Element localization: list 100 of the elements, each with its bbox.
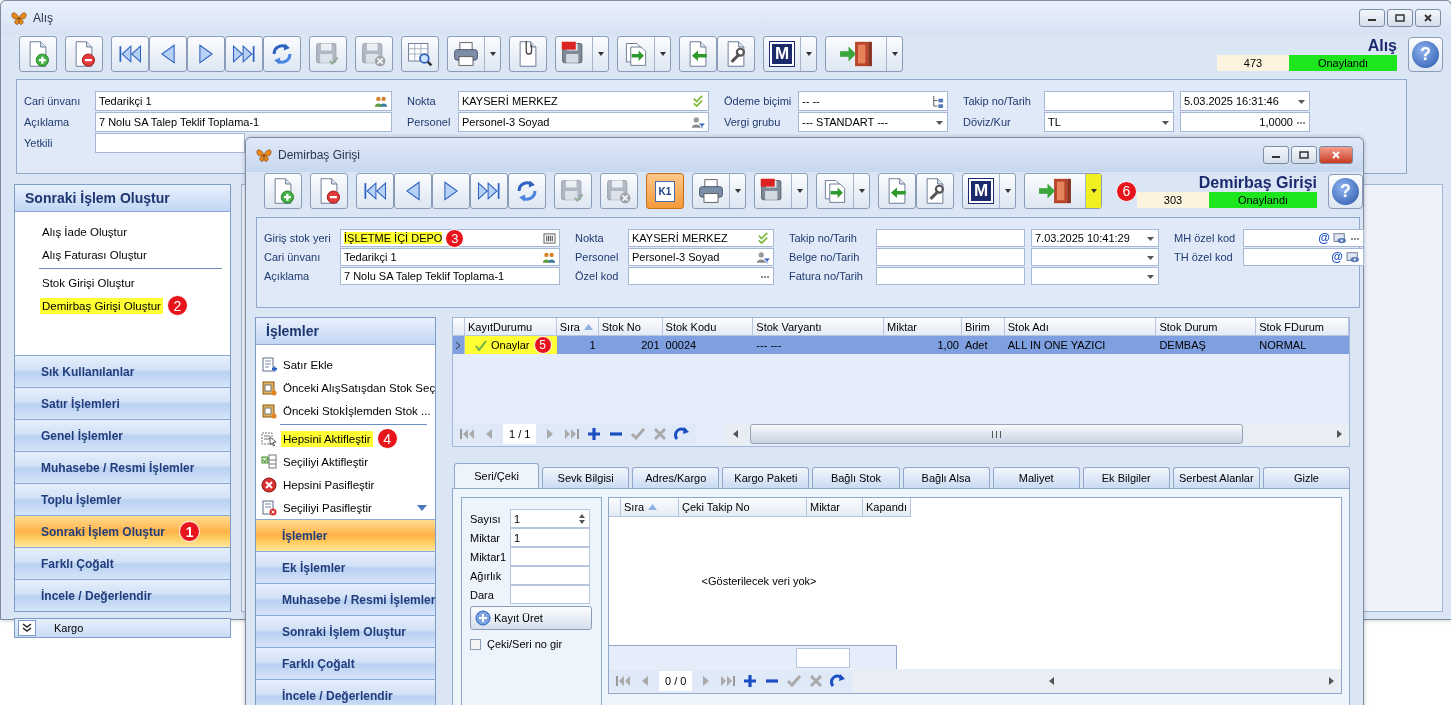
column-header[interactable]: Stok Kodu <box>662 318 754 336</box>
last-record-button[interactable] <box>225 36 263 72</box>
code-field[interactable]: @ <box>1243 248 1364 266</box>
panel-group-button[interactable]: Ek İşlemler <box>256 551 435 583</box>
tab[interactable]: Bağlı Alsa <box>902 467 990 488</box>
code-field[interactable]: @ <box>1243 229 1364 247</box>
panel-group-button[interactable]: Muhasebe / Resmi İşlemler <box>256 583 435 615</box>
minus-button[interactable] <box>764 679 781 683</box>
tools-button[interactable] <box>916 173 954 209</box>
new-button[interactable] <box>19 36 57 72</box>
menu-item[interactable]: Alış Faturası Oluştur <box>15 243 230 266</box>
tab[interactable]: Serbest Alanlar <box>1172 467 1260 488</box>
attach-button[interactable] <box>509 36 547 72</box>
refresh-button[interactable] <box>263 36 301 72</box>
k1-button[interactable]: K1 <box>646 173 684 209</box>
menu-item[interactable]: Alış İade Oluştur <box>15 220 230 243</box>
tab[interactable]: Gizle <box>1262 467 1350 488</box>
dropdown-field[interactable]: 5.03.2025 16:31:46 <box>1180 91 1310 111</box>
pdf-button[interactable] <box>754 173 808 209</box>
column-header[interactable]: Birim <box>961 318 1005 336</box>
generate-button[interactable]: Kayıt Üret <box>470 606 592 630</box>
panel-group-button[interactable]: Toplu İşlemler <box>15 483 230 515</box>
text-field[interactable] <box>628 267 774 285</box>
menu-item[interactable]: Önceki Stokİşlemden Stok ... <box>256 399 435 422</box>
dropdown-field[interactable] <box>1031 267 1159 285</box>
first-button[interactable] <box>459 426 475 442</box>
column-header[interactable]: Stok FDurum <box>1256 318 1349 336</box>
tab[interactable]: Maliyet <box>992 467 1080 488</box>
tools-button[interactable] <box>717 36 755 72</box>
spin-field[interactable]: 1 <box>510 509 590 528</box>
text-field[interactable] <box>876 248 1025 266</box>
new-button[interactable] <box>264 173 302 209</box>
tab[interactable]: Sevk Bilgisi <box>542 467 630 488</box>
text-field[interactable] <box>1044 91 1174 111</box>
panel-group-button[interactable]: Sık Kullanılanlar <box>15 355 230 387</box>
refresh-button[interactable] <box>508 173 546 209</box>
return-button[interactable] <box>679 36 717 72</box>
panel-group-button[interactable]: Muhasebe / Resmi İşlemler <box>15 451 230 483</box>
text-field[interactable] <box>510 566 590 585</box>
text-field[interactable] <box>876 267 1025 285</box>
panel-group-button[interactable]: Sonraki İşlem Oluştur <box>256 615 435 647</box>
text-field[interactable] <box>510 585 590 604</box>
previous-record-button[interactable] <box>149 36 187 72</box>
plus-button[interactable] <box>742 673 759 689</box>
first-record-button[interactable] <box>356 173 394 209</box>
text-field[interactable] <box>510 547 590 566</box>
tab[interactable]: Adres/Kargo <box>632 467 720 488</box>
menu-button[interactable]: M <box>763 36 817 72</box>
check-button[interactable] <box>786 673 803 689</box>
text-field[interactable]: 1 <box>510 528 590 547</box>
menu-item[interactable]: Hepsini Aktifleştir 4 <box>256 427 435 450</box>
minus-button[interactable] <box>608 432 625 436</box>
dropdown-field[interactable]: TL <box>1044 112 1174 132</box>
minimize-button[interactable] <box>1263 146 1289 164</box>
lookup-field[interactable]: -- -- <box>798 91 948 111</box>
dropdown-field[interactable] <box>1031 248 1159 266</box>
close-button[interactable] <box>1415 9 1441 27</box>
column-header[interactable]: Miktar <box>884 318 962 336</box>
menu-item[interactable]: Seçiliyi Aktifleştir <box>256 450 435 473</box>
collapsed-group-bar[interactable]: Kargo <box>14 618 231 638</box>
first-button[interactable] <box>615 673 631 689</box>
text-field[interactable]: 7 Nolu SA Talep Teklif Toplama-1 <box>340 267 560 285</box>
menu-item[interactable]: Önceki AlışSatışdan Stok Seç <box>256 376 435 399</box>
panel-group-button[interactable]: İşlemler <box>256 519 435 551</box>
minimize-button[interactable] <box>1359 9 1385 27</box>
lookup-field[interactable]: İŞLETME İÇİ DEPO 3 <box>340 229 560 247</box>
menu-button[interactable]: M <box>962 173 1016 209</box>
plus-button[interactable] <box>586 426 603 442</box>
cancel-button[interactable] <box>808 673 825 689</box>
panel-group-button[interactable]: Satır İşlemleri <box>15 387 230 419</box>
menu-item[interactable]: Demirbaş Girişi Oluştur 2 <box>15 294 230 317</box>
last-record-button[interactable] <box>470 173 508 209</box>
exit-button[interactable] <box>1024 173 1102 209</box>
tab[interactable]: Kargo Paketi <box>722 467 810 488</box>
column-header[interactable]: Kapandı <box>863 498 911 517</box>
cancel-button[interactable] <box>652 426 669 442</box>
panel-group-button[interactable]: Genel İşlemler <box>15 419 230 451</box>
column-header[interactable]: Stok Durum <box>1156 318 1257 336</box>
lookup-field[interactable]: Personel-3 Soyad <box>628 248 774 266</box>
code-button[interactable]: @ <box>1318 231 1330 245</box>
menu-item[interactable]: Satır Ekle <box>256 353 435 376</box>
exit-button[interactable] <box>825 36 903 72</box>
lookup-field[interactable]: Tedarikçi 1 <box>340 248 560 266</box>
column-header[interactable]: Sıra <box>621 498 679 517</box>
text-field[interactable]: 1,0000 <box>1180 112 1310 132</box>
panel-group-button[interactable]: İncele / Değerlendir <box>15 579 230 611</box>
maximize-button[interactable] <box>1291 146 1317 164</box>
horizontal-scrollbar[interactable] <box>726 423 1349 445</box>
redo-button[interactable] <box>830 673 847 689</box>
lookup-field[interactable]: KAYSERİ MERKEZ <box>458 91 709 111</box>
print-button[interactable] <box>447 36 501 72</box>
next-record-button[interactable] <box>187 36 225 72</box>
column-header[interactable]: Stok No <box>598 318 663 336</box>
dropdown-arrow-button[interactable] <box>1085 174 1101 208</box>
dropdown-field[interactable]: --- STANDART --- <box>798 112 948 132</box>
delete-button[interactable] <box>310 173 348 209</box>
return-button[interactable] <box>878 173 916 209</box>
lookup-field[interactable]: KAYSERİ MERKEZ <box>628 229 774 247</box>
panel-group-button[interactable]: Sonraki İşlem Oluştur 1 <box>15 515 230 547</box>
redo-button[interactable] <box>674 426 691 442</box>
